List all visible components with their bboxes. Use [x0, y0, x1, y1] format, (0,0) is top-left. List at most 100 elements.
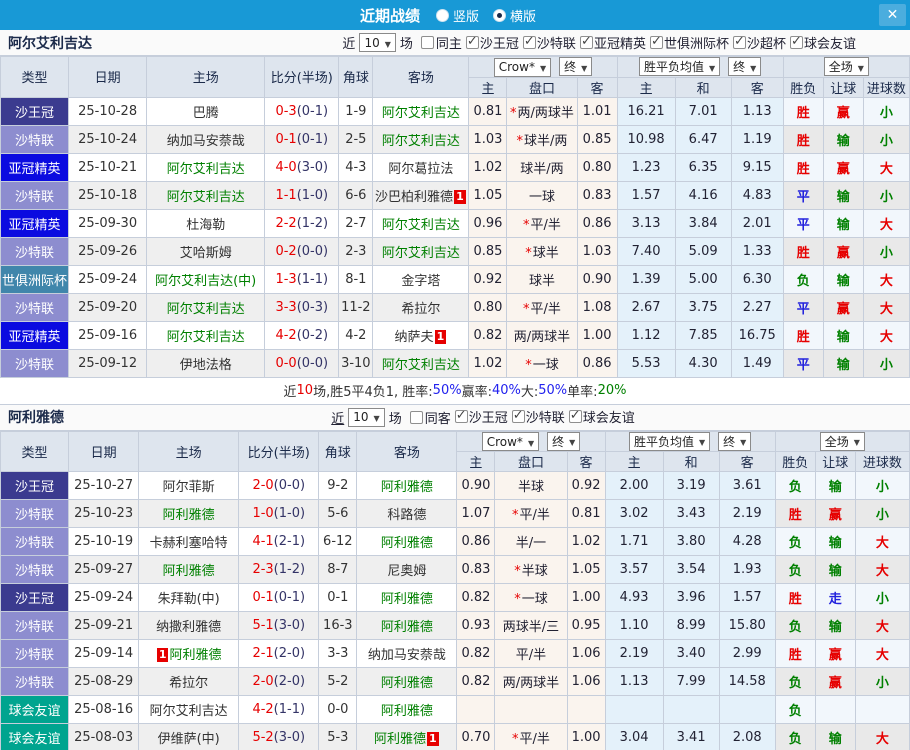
team-name: 阿尔菲斯 [162, 480, 215, 495]
checkbox-unchecked-icon[interactable] [409, 410, 423, 424]
result: 负 [774, 695, 816, 724]
handicap-result: 输 [814, 555, 856, 584]
score-halftime: 0-2(0-0) [264, 236, 340, 266]
checkbox-checked-icon[interactable] [732, 34, 746, 49]
avg-select[interactable]: 胜平负均值 [638, 57, 721, 77]
handicap-line: 球半/两 [506, 152, 578, 182]
checkbox-checked-icon[interactable] [789, 34, 803, 49]
home-team: 阿利雅德 [138, 499, 240, 528]
odds-company-value: Crow* [498, 60, 535, 74]
match-type: 球会友谊 [0, 723, 70, 750]
team-name: 希拉尔 [169, 676, 209, 691]
corners: 5-6 [318, 499, 358, 528]
avg-away: 6.30 [730, 264, 784, 294]
col-odds-away: 客 [576, 76, 618, 98]
avg-time-select[interactable]: 终 [718, 431, 752, 451]
checkbox-checked-icon[interactable] [522, 34, 536, 49]
odds-home: 0.82 [456, 639, 496, 668]
checkbox-checked-icon[interactable] [511, 408, 525, 423]
goals-ou: 小 [862, 180, 910, 210]
team-name: 阿尔艾利吉达 [149, 704, 228, 719]
avg-value: 胜平负均值 [643, 60, 704, 75]
checkbox-checked-icon[interactable] [465, 34, 479, 49]
near-label[interactable]: 近 [331, 408, 344, 427]
result: 胜 [774, 639, 816, 668]
odds-group-header: Crow* 终 [456, 430, 606, 452]
col-handicap: 盘口 [506, 76, 578, 98]
odds-time-select[interactable]: 终 [547, 431, 581, 451]
scope-select[interactable]: 全场 [823, 57, 869, 77]
result: 平 [782, 348, 824, 378]
close-icon[interactable]: ✕ [879, 4, 906, 26]
matches-table-al-ahli: 类型 日期 主场 比分(半场) 角球 客场 Crow* 终 胜平负均值 终 全场 主… [0, 56, 910, 378]
team-name: 希拉尔 [401, 301, 441, 317]
league-filter[interactable]: 球会友谊 [786, 33, 856, 52]
away-team: 沙巴柏利雅德 1 [372, 180, 470, 210]
league-filter[interactable]: 沙特联 [508, 407, 565, 426]
avg-away: 9.15 [730, 152, 784, 182]
league-filter[interactable]: 沙王冠 [462, 33, 519, 52]
live-handicap-star: * [516, 133, 524, 149]
radio-unselected-icon[interactable] [435, 8, 449, 22]
handicap-line: 平/半 [494, 639, 568, 668]
radio-selected-icon[interactable] [493, 8, 506, 22]
odds-away: 1.08 [576, 292, 618, 322]
radio-horizontal[interactable]: 横版 [493, 6, 536, 25]
odds-time-select[interactable]: 终 [559, 57, 593, 76]
avg-home: 5.53 [616, 348, 676, 378]
score-halftime: 2-3(1-2) [238, 555, 320, 584]
match-date: 25-09-27 [68, 555, 140, 584]
checkbox-unchecked-icon[interactable] [420, 36, 434, 49]
handicap-result: 赢 [822, 152, 864, 182]
league-filter[interactable]: 沙超杯 [729, 33, 786, 52]
odds-company-select[interactable]: Crow* [493, 57, 552, 77]
team-name: 阿尔葛拉法 [388, 161, 454, 177]
avg-home: 1.10 [604, 611, 664, 640]
league-filter[interactable]: 世俱洲际杯 [646, 33, 729, 52]
handicap-result: 输 [814, 471, 856, 500]
handicap-line: *球半 [506, 236, 578, 266]
team-name: 阿利雅德 [380, 480, 433, 495]
avg-draw: 5.00 [674, 264, 732, 294]
odds-time-value: 终 [564, 60, 577, 74]
avg-draw: 3.80 [662, 527, 720, 556]
checkbox-checked-icon[interactable] [454, 408, 468, 423]
league-filter[interactable]: 球会友谊 [565, 407, 635, 426]
avg-select[interactable]: 胜平负均值 [628, 431, 711, 451]
col-result: 胜负 [782, 76, 824, 98]
col-result: 胜负 [774, 451, 816, 472]
away-team: 阿利雅德 [356, 611, 458, 640]
radio-vertical[interactable]: 竖版 [435, 6, 479, 25]
odds-company-select[interactable]: Crow* [481, 432, 540, 451]
league-filter[interactable]: 亚冠精英 [576, 33, 646, 52]
odds-away: 1.05 [566, 555, 606, 584]
home-team: 纳加马安萘哉 [146, 124, 266, 154]
goals-ou: 大 [862, 320, 910, 350]
league-filter[interactable]: 沙特联 [519, 33, 576, 52]
corners: 0-1 [318, 583, 358, 612]
match-type: 沙特联 [0, 667, 70, 696]
live-handicap-star: * [510, 105, 517, 121]
handicap-result: 赢 [814, 639, 856, 668]
checkbox-checked-icon[interactable] [568, 408, 582, 423]
handicap-result: 赢 [822, 236, 864, 266]
checkbox-checked-icon[interactable] [579, 34, 593, 49]
recent-count-select[interactable]: 10 [348, 407, 385, 427]
recent-count-select[interactable]: 10 [359, 33, 396, 52]
away-team: 纳加马安萘哉 [356, 639, 458, 668]
same-home-filter[interactable]: 同主 [413, 33, 462, 52]
col-corner: 角球 [318, 430, 358, 472]
match-row: 沙特联 25-09-21 纳撒利雅德 5-1(3-0) 16-3 阿利雅德 0.93 两球半/… [0, 611, 910, 640]
match-row: 沙特联 25-09-27 阿利雅德 2-3(1-2) 8-7 尼奥姆 0.83 *半球 1.05… [0, 555, 910, 584]
match-row: 世俱洲际杯 25-09-24 阿尔艾利吉达(中) 1-3(1-1) 8-1 金字塔 0.92… [0, 264, 910, 294]
checkbox-checked-icon[interactable] [649, 34, 663, 49]
team-name: 阿尔艾利吉达(中) [155, 273, 257, 289]
team-name: 伊维萨(中) [157, 732, 220, 747]
home-team: 阿尔菲斯 [138, 471, 240, 500]
result: 胜 [774, 583, 816, 612]
scope-select[interactable]: 全场 [819, 431, 865, 451]
avg-away: 15.80 [718, 611, 776, 640]
same-away-filter[interactable]: 同客 [402, 408, 451, 427]
avg-time-select[interactable]: 终 [728, 57, 762, 77]
league-filter[interactable]: 沙王冠 [451, 407, 508, 426]
